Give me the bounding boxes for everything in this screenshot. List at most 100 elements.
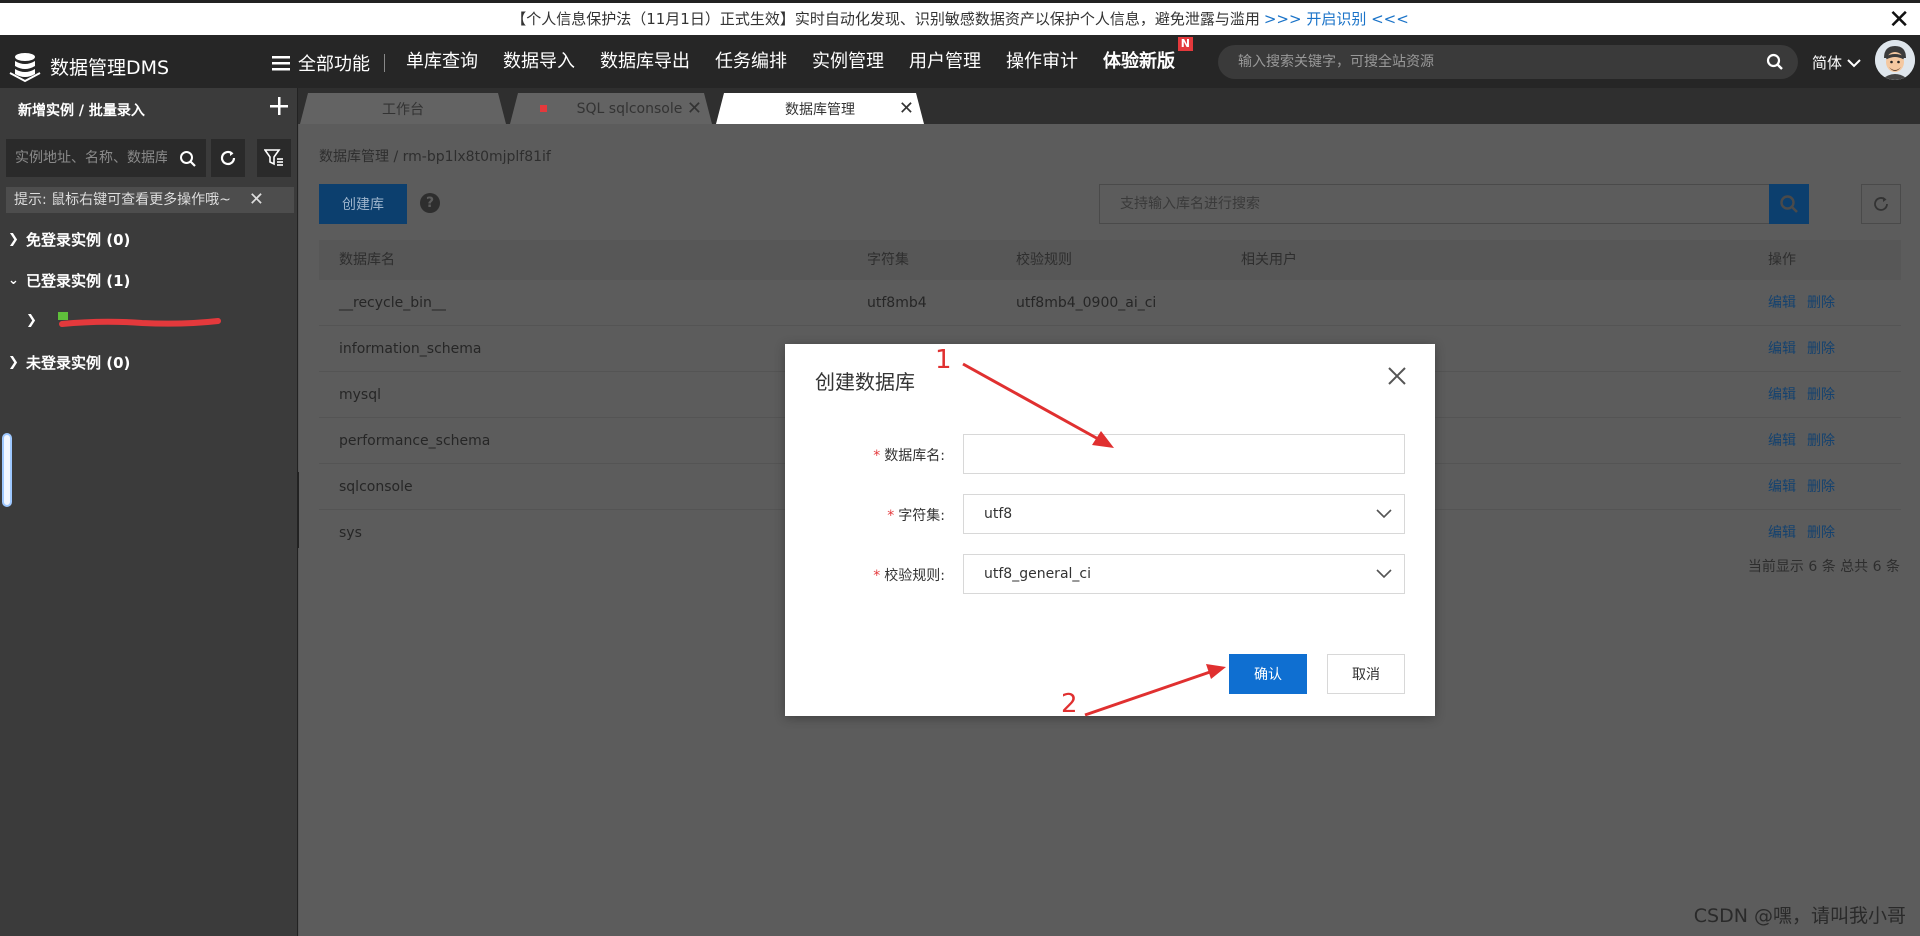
edit-link[interactable]: 编辑 <box>1768 372 1796 418</box>
nav-try-new-version[interactable]: 体验新版 N <box>1103 37 1200 73</box>
watermark: CSDN @嘿，请叫我小哥 <box>1693 905 1906 927</box>
db-name-label: * 数据库名: <box>873 448 945 464</box>
refresh-database-button[interactable] <box>1861 184 1901 224</box>
tab-label: 数据库管理 <box>785 101 855 118</box>
refresh-instances-button[interactable] <box>211 139 245 177</box>
close-tip-button[interactable]: ✕ <box>249 187 264 213</box>
table-row: __recycle_bin__ utf8mb4 utf8mb4_0900_ai_… <box>319 280 1901 326</box>
nav-db-export[interactable]: 数据库导出 <box>600 47 690 73</box>
notice-close-button[interactable]: ✕ <box>1888 5 1910 35</box>
tab-label: 工作台 <box>382 101 424 118</box>
edit-link[interactable]: 编辑 <box>1768 280 1796 326</box>
refresh-icon <box>220 150 236 166</box>
search-icon <box>1780 195 1798 213</box>
search-icon[interactable] <box>179 150 197 168</box>
top-nav: 数据管理DMS 全部功能 单库查询 数据导入 数据库导出 任务编排 实例管理 用… <box>0 35 1920 88</box>
charset-cell: utf8mb4 <box>867 295 927 311</box>
all-features-label: 全部功能 <box>298 54 370 75</box>
user-avatar[interactable] <box>1875 40 1915 80</box>
sql-console-tab-icon <box>540 105 547 112</box>
table-header: 数据库名 字符集 校验规则 相关用户 操作 <box>319 240 1901 280</box>
close-tab-icon[interactable]: ✕ <box>899 98 914 119</box>
tab-workbench[interactable]: 工作台 <box>300 93 506 124</box>
sidebar-tip-text: 提示: 鼠标右键可查看更多操作哦~ <box>14 192 231 208</box>
tab-database-management[interactable]: 数据库管理 ✕ <box>716 93 924 124</box>
filter-instances-button[interactable] <box>257 139 291 177</box>
collation-value: utf8_general_ci <box>984 566 1091 582</box>
sidebar-resize-handle[interactable] <box>2 433 12 507</box>
app-logo[interactable]: 数据管理DMS <box>8 49 169 83</box>
chevron-right-icon: ❯ <box>8 232 19 247</box>
global-search-input[interactable] <box>1218 45 1798 79</box>
collation-label: * 校验规则: <box>873 568 945 584</box>
instance-search-input[interactable] <box>7 140 167 176</box>
chevron-right-icon: ❯ <box>26 312 37 328</box>
nav-single-query[interactable]: 单库查询 <box>406 47 478 73</box>
avatar-face-icon <box>1875 40 1915 80</box>
db-name-label-text: 数据库名: <box>884 448 945 464</box>
delete-link[interactable]: 删除 <box>1807 464 1835 510</box>
tree-item-instance-redacted[interactable]: ❯ <box>26 310 224 330</box>
nav-operation-audit[interactable]: 操作审计 <box>1006 47 1078 73</box>
edit-link[interactable]: 编辑 <box>1768 464 1796 510</box>
filter-icon <box>264 149 283 166</box>
app-title: 数据管理DMS <box>50 56 170 79</box>
all-features-menu[interactable]: 全部功能 <box>272 50 385 76</box>
edit-link[interactable]: 编辑 <box>1768 418 1796 464</box>
annotation-step-1: 1 <box>935 345 952 375</box>
db-name-cell: __recycle_bin__ <box>339 295 446 311</box>
language-selector[interactable]: 简体 <box>1812 52 1861 73</box>
search-icon[interactable] <box>1766 53 1784 71</box>
delete-link[interactable]: 删除 <box>1807 510 1835 556</box>
notice-text: 【个人信息保护法（11月1日）正式生效】实时自动化发现、识别敏感数据资产以保护个… <box>511 10 1260 28</box>
column-charset: 字符集 <box>867 252 909 268</box>
nav-task-orchestration[interactable]: 任务编排 <box>715 47 787 73</box>
chevron-down-icon <box>1376 569 1392 579</box>
edit-link[interactable]: 编辑 <box>1768 326 1796 372</box>
database-search-button[interactable] <box>1769 184 1809 224</box>
add-instance-button[interactable] <box>269 92 289 122</box>
delete-link[interactable]: 删除 <box>1807 418 1835 464</box>
charset-select[interactable]: utf8 <box>963 494 1405 534</box>
sidebar-header[interactable]: 新增实例 / 批量录入 <box>18 100 145 120</box>
edit-link[interactable]: 编辑 <box>1768 510 1796 556</box>
confirm-button[interactable]: 确认 <box>1229 654 1307 694</box>
nav-user-management[interactable]: 用户管理 <box>909 47 981 73</box>
database-search-input[interactable] <box>1100 185 1750 223</box>
charset-label: * 字符集: <box>887 508 945 524</box>
db-name-input[interactable] <box>964 435 1404 473</box>
tree-item-no-login-instances[interactable]: ❯ 免登录实例 (0) <box>8 229 130 250</box>
nav-data-import[interactable]: 数据导入 <box>503 47 575 73</box>
charset-label-text: 字符集: <box>898 508 945 524</box>
cancel-button[interactable]: 取消 <box>1327 654 1405 694</box>
tree-item-logged-in-instances[interactable]: ⌄ 已登录实例 (1) <box>8 270 130 291</box>
plus-icon <box>270 97 288 115</box>
sidebar-tip: 提示: 鼠标右键可查看更多操作哦~ ✕ <box>6 187 294 213</box>
close-tab-icon[interactable]: ✕ <box>687 98 702 119</box>
create-database-dialog: 创建数据库 * 数据库名: * 字符集: utf8 * 校验规则: utf8_gene… <box>785 344 1435 716</box>
tree-item-not-logged-instances[interactable]: ❯ 未登录实例 (0) <box>8 352 130 373</box>
collation-select[interactable]: utf8_general_ci <box>963 554 1405 594</box>
refresh-icon <box>1874 197 1888 211</box>
create-database-button[interactable]: 创建库 <box>319 184 407 224</box>
tab-sql-console[interactable]: SQL sqlconsole ✕ <box>510 93 712 124</box>
delete-link[interactable]: 删除 <box>1807 280 1835 326</box>
chevron-down-icon <box>1847 59 1861 68</box>
nav-instance-management[interactable]: 实例管理 <box>812 47 884 73</box>
db-name-cell: information_schema <box>339 341 482 357</box>
help-icon[interactable]: ? <box>420 193 440 213</box>
hamburger-icon <box>272 56 290 71</box>
delete-link[interactable]: 删除 <box>1807 326 1835 372</box>
column-actions: 操作 <box>1768 252 1796 268</box>
nav-divider <box>384 54 385 72</box>
global-search <box>1218 45 1798 79</box>
delete-link[interactable]: 删除 <box>1807 372 1835 418</box>
db-name-cell: performance_schema <box>339 433 491 449</box>
nav-items: 单库查询 数据导入 数据库导出 任务编排 实例管理 用户管理 操作审计 体验新版… <box>406 37 1225 73</box>
close-icon[interactable] <box>1385 364 1409 388</box>
chevron-right-icon: ❯ <box>8 355 19 370</box>
tree-item-label: 免登录实例 (0) <box>26 231 131 249</box>
column-related-users: 相关用户 <box>1241 252 1297 268</box>
database-search <box>1099 184 1809 224</box>
notice-link[interactable]: >>> 开启识别 <<< <box>1264 10 1409 28</box>
